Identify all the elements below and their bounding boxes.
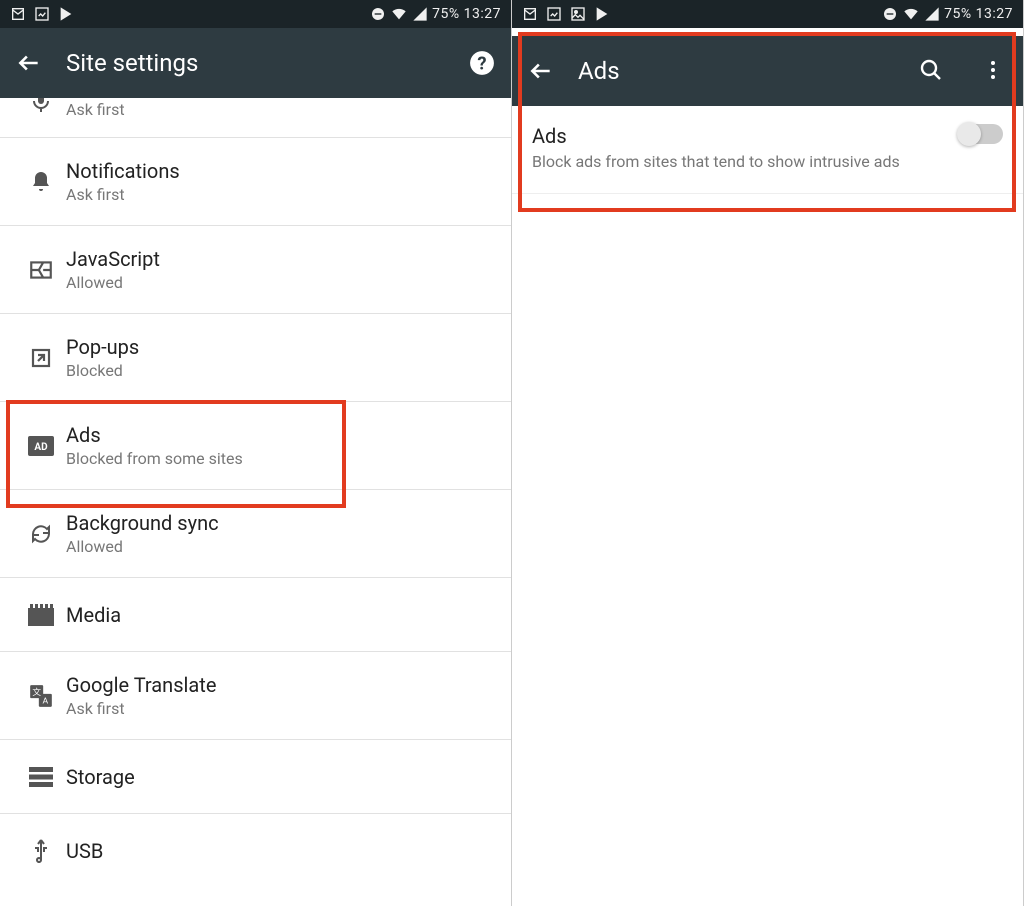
ads-toggle[interactable] [959, 124, 1003, 144]
dnd-icon [370, 6, 386, 22]
settings-item-storage[interactable]: Storage [0, 740, 511, 814]
settings-item-microphone[interactable]: Microphone Ask first [0, 98, 511, 138]
item-label: Storage [66, 765, 495, 789]
settings-list: Microphone Ask first Notifications Ask f… [0, 98, 511, 906]
back-button[interactable] [16, 50, 42, 76]
item-label: Google Translate [66, 673, 495, 697]
back-button[interactable] [528, 58, 554, 84]
mail-icon [10, 6, 26, 22]
settings-item-media[interactable]: Media [0, 578, 511, 652]
play-icon [594, 6, 610, 22]
svg-text:AD: AD [34, 442, 48, 453]
settings-item-popups[interactable]: Pop-ups Blocked [0, 314, 511, 402]
item-sub: Blocked [66, 361, 495, 380]
item-sub: Allowed [66, 537, 495, 556]
wifi-icon [902, 6, 920, 22]
item-label: Pop-ups [66, 335, 495, 359]
svg-text:?: ? [477, 54, 486, 75]
settings-item-translate[interactable]: 文A Google Translate Ask first [0, 652, 511, 740]
ads-description: Block ads from sites that tend to show i… [532, 152, 912, 171]
settings-item-ads[interactable]: AD Ads Blocked from some sites [0, 402, 511, 490]
time-text: 13:27 [464, 6, 501, 22]
item-label: JavaScript [66, 247, 495, 271]
mail-icon [522, 6, 538, 22]
signal-icon [412, 6, 428, 22]
item-sub: Ask first [66, 100, 495, 119]
item-label: Background sync [66, 511, 495, 535]
search-button[interactable] [919, 58, 945, 84]
app-bar: Ads [512, 36, 1023, 106]
item-label: Notifications [66, 159, 495, 183]
page-title: Site settings [66, 49, 433, 77]
ads-label: Ads [532, 124, 947, 148]
image-icon-2 [570, 6, 586, 22]
sync-icon [29, 522, 53, 546]
popup-icon [29, 346, 53, 370]
battery-text: 75% [944, 6, 972, 22]
svg-text:A: A [43, 696, 49, 706]
microphone-icon [29, 104, 53, 114]
settings-item-javascript[interactable]: JavaScript Allowed [0, 226, 511, 314]
page-title: Ads [578, 57, 883, 85]
item-sub: Allowed [66, 273, 495, 292]
left-screen: 75% 13:27 Site settings ? Microphone Ask… [0, 0, 512, 906]
item-sub: Ask first [66, 185, 495, 204]
settings-item-usb[interactable]: USB [0, 814, 511, 888]
wifi-icon [390, 6, 408, 22]
status-bar: 75% 13:27 [0, 0, 511, 28]
item-label: Media [66, 603, 495, 627]
ads-icon: AD [28, 436, 54, 456]
app-bar: Site settings ? [0, 28, 511, 98]
settings-item-notifications[interactable]: Notifications Ask first [0, 138, 511, 226]
signal-icon [924, 6, 940, 22]
overflow-menu-button[interactable] [981, 58, 1007, 84]
javascript-icon [28, 257, 54, 283]
item-label: USB [66, 839, 495, 863]
image-icon [546, 6, 562, 22]
svg-text:文: 文 [32, 685, 41, 697]
play-icon [58, 6, 74, 22]
time-text: 13:27 [976, 6, 1013, 22]
bell-icon [29, 170, 53, 194]
item-sub: Blocked from some sites [66, 449, 495, 468]
item-label: Ads [66, 423, 495, 447]
image-icon [34, 6, 50, 22]
ads-toggle-row[interactable]: Ads Block ads from sites that tend to sh… [512, 106, 1023, 194]
help-button[interactable]: ? [469, 50, 495, 76]
status-bar: 75% 13:27 [512, 0, 1023, 28]
dnd-icon [882, 6, 898, 22]
usb-icon [29, 838, 53, 864]
storage-icon [29, 767, 53, 787]
settings-item-background-sync[interactable]: Background sync Allowed [0, 490, 511, 578]
item-sub: Ask first [66, 699, 495, 718]
media-icon [28, 604, 54, 626]
translate-icon: 文A [28, 683, 54, 709]
right-screen: 75% 13:27 Ads Ads Block ads from sites t… [512, 0, 1024, 906]
battery-text: 75% [432, 6, 460, 22]
